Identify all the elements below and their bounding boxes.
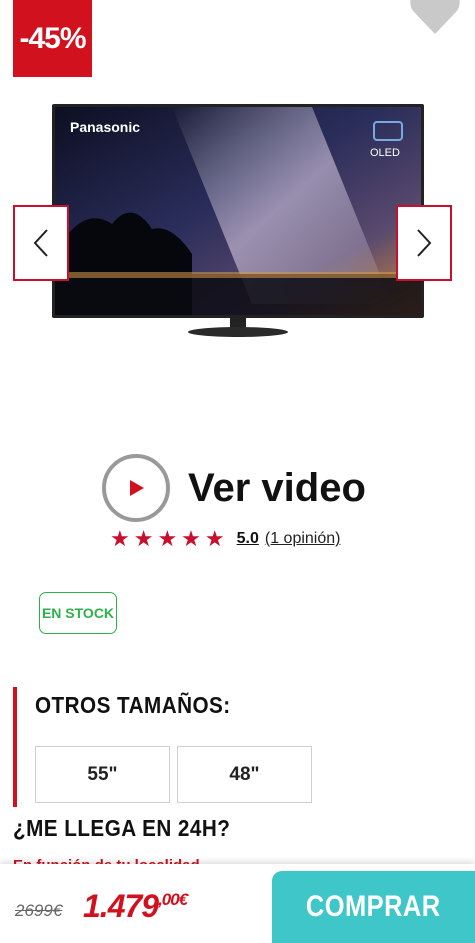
- prev-image-button[interactable]: [13, 205, 69, 281]
- video-button[interactable]: Ver video: [102, 452, 366, 524]
- discount-badge: -45%: [13, 0, 92, 77]
- buy-button[interactable]: COMPRAR: [272, 871, 475, 943]
- size-option-48[interactable]: 48": [177, 746, 312, 803]
- reviews-link[interactable]: (1 opinión): [265, 530, 341, 548]
- current-price: 1.479,00€: [83, 888, 188, 925]
- other-sizes-title: OTROS TAMAÑOS:: [35, 692, 231, 718]
- product-image: Panasonic OLED: [52, 104, 424, 337]
- next-image-button[interactable]: [396, 205, 452, 281]
- chevron-right-icon: [417, 229, 432, 257]
- play-icon: [102, 454, 170, 522]
- oled-badge: OLED: [370, 147, 400, 159]
- star-rating-icon: ★★★★★: [110, 526, 229, 551]
- other-sizes-section: OTROS TAMAÑOS: 55" 48": [13, 687, 475, 807]
- rating-value[interactable]: 5.0: [237, 530, 259, 548]
- price-integer: 1.479: [83, 888, 159, 924]
- stock-badge: EN STOCK: [39, 592, 117, 634]
- brand-logo: Panasonic: [70, 119, 140, 135]
- old-price: 2699€: [15, 901, 63, 920]
- size-option-55[interactable]: 55": [35, 746, 170, 803]
- rating: ★★★★★ 5.0 (1 opinión): [110, 526, 340, 552]
- price-cents: ,00€: [158, 890, 188, 909]
- chevron-left-icon: [33, 229, 48, 257]
- buy-button-label: COMPRAR: [306, 890, 441, 923]
- delivery-title: ¿ME LLEGA EN 24H?: [13, 815, 231, 841]
- heart-icon[interactable]: [408, 0, 462, 38]
- purchase-bar: 2699€ 1.479,00€ COMPRAR: [0, 864, 475, 943]
- video-label: Ver video: [188, 465, 366, 510]
